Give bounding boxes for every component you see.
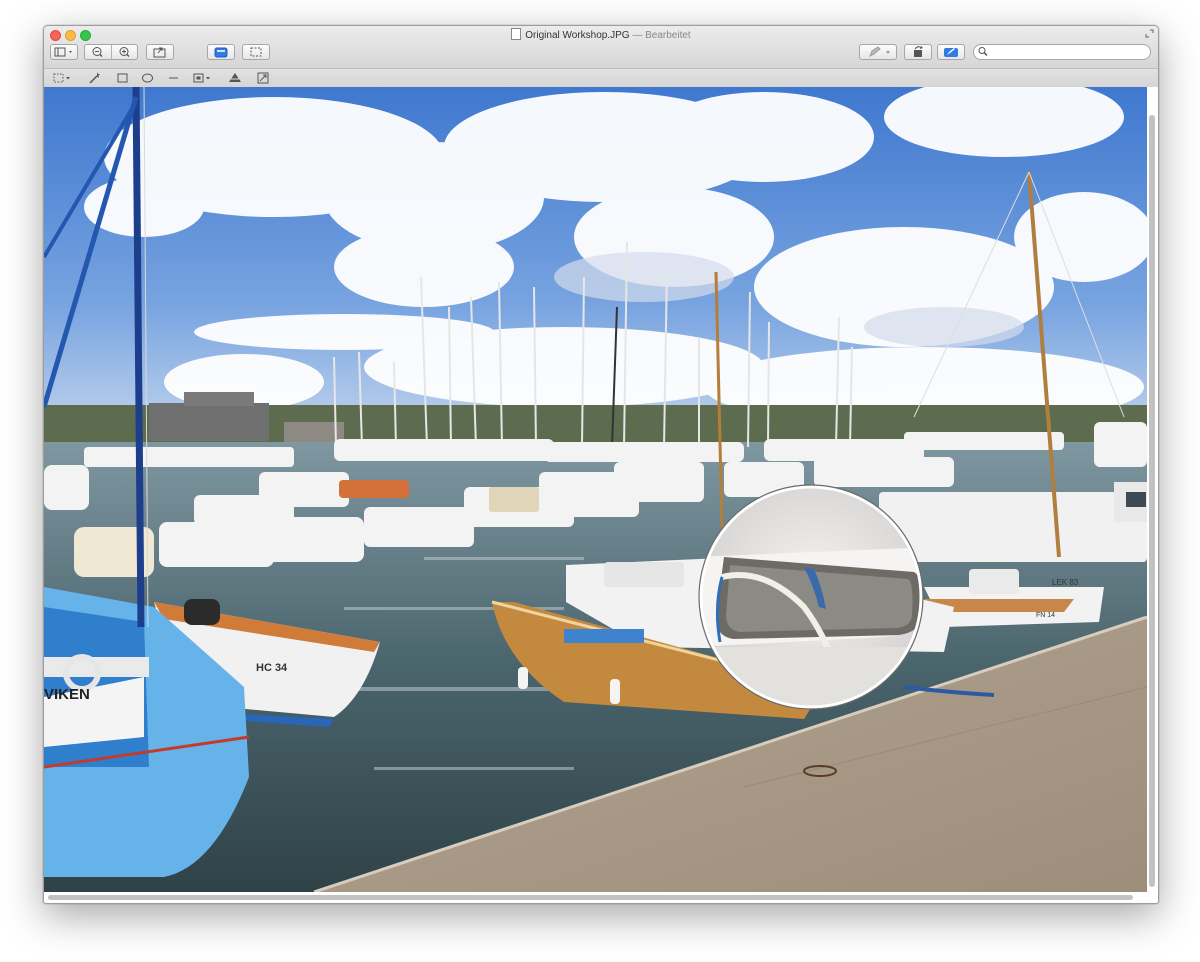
sidebar-button[interactable]	[50, 44, 78, 60]
search-input[interactable]	[990, 45, 1140, 58]
adjust-color-tool[interactable]	[227, 71, 243, 85]
blue-boat-name: VIKEN	[44, 686, 90, 703]
fullscreen-icon	[1145, 29, 1154, 38]
building	[149, 403, 269, 441]
magic-wand-icon	[89, 72, 100, 84]
share-button[interactable]	[146, 44, 174, 60]
markup-toolbox-icon	[214, 47, 228, 58]
search-field[interactable]	[973, 44, 1151, 60]
zoom-in-icon	[119, 47, 130, 58]
fullscreen-button[interactable]	[1145, 29, 1154, 40]
dinghy-registration: HC 34	[256, 662, 288, 674]
vertical-scrollbar[interactable]	[1149, 115, 1155, 887]
search-icon	[978, 46, 988, 60]
markup-toolbar	[44, 68, 1158, 88]
title-bar: Original Workshop.JPG — Bearbeitet	[44, 26, 1158, 68]
shape-tool[interactable]	[192, 71, 214, 85]
rect-selection-tool[interactable]	[52, 71, 72, 85]
title-separator: —	[632, 30, 643, 41]
cruiser	[879, 492, 1147, 562]
zoom-control	[84, 44, 138, 60]
instant-alpha-tool[interactable]	[87, 71, 101, 85]
rectangle-icon	[117, 73, 128, 83]
window-title: Original Workshop.JPG — Bearbeitet	[44, 28, 1158, 43]
triangle-stack-icon	[229, 73, 241, 82]
oval-icon	[142, 73, 153, 83]
zoom-in-button[interactable]	[111, 45, 137, 59]
rotate-icon	[914, 46, 923, 57]
zoom-out-button[interactable]	[85, 45, 111, 59]
shape-icon	[193, 73, 210, 83]
right-boat-reg2: FN 14	[1036, 612, 1055, 619]
rotate-button[interactable]	[904, 44, 932, 60]
pencil-icon	[869, 46, 890, 58]
foreground-mast	[132, 87, 145, 628]
dashed-rect-icon	[53, 73, 70, 83]
line-icon	[169, 77, 178, 79]
document-icon	[511, 28, 522, 40]
edit-menu-button[interactable]	[859, 44, 897, 60]
preview-window: Original Workshop.JPG — Bearbeitet LEK 8…	[43, 25, 1159, 904]
file-name: Original Workshop.JPG	[525, 30, 630, 41]
markup-toolbox-button[interactable]	[207, 44, 235, 60]
resize-icon	[257, 72, 269, 84]
right-boat-reg: LEK 83	[1052, 578, 1079, 587]
line-tool[interactable]	[167, 71, 181, 85]
rectangle-tool[interactable]	[116, 71, 130, 85]
share-icon	[153, 47, 166, 58]
annotate-icon	[944, 48, 958, 57]
adjust-size-tool[interactable]	[256, 71, 270, 85]
sidebar-toggle-icon	[54, 47, 72, 57]
oval-tool[interactable]	[141, 71, 155, 85]
document-canvas[interactable]: LEK 83 FN 14 HC 34 VIKEN	[44, 87, 1158, 903]
harbor-photo[interactable]: LEK 83 FN 14 HC 34 VIKEN	[44, 87, 1147, 892]
horizontal-scrollbar[interactable]	[48, 895, 1133, 900]
edit-state: Bearbeitet	[645, 30, 691, 41]
selection-icon	[250, 47, 262, 57]
zoom-out-icon	[92, 47, 103, 58]
annotate-button[interactable]	[937, 44, 965, 60]
selection-button[interactable]	[242, 44, 270, 60]
